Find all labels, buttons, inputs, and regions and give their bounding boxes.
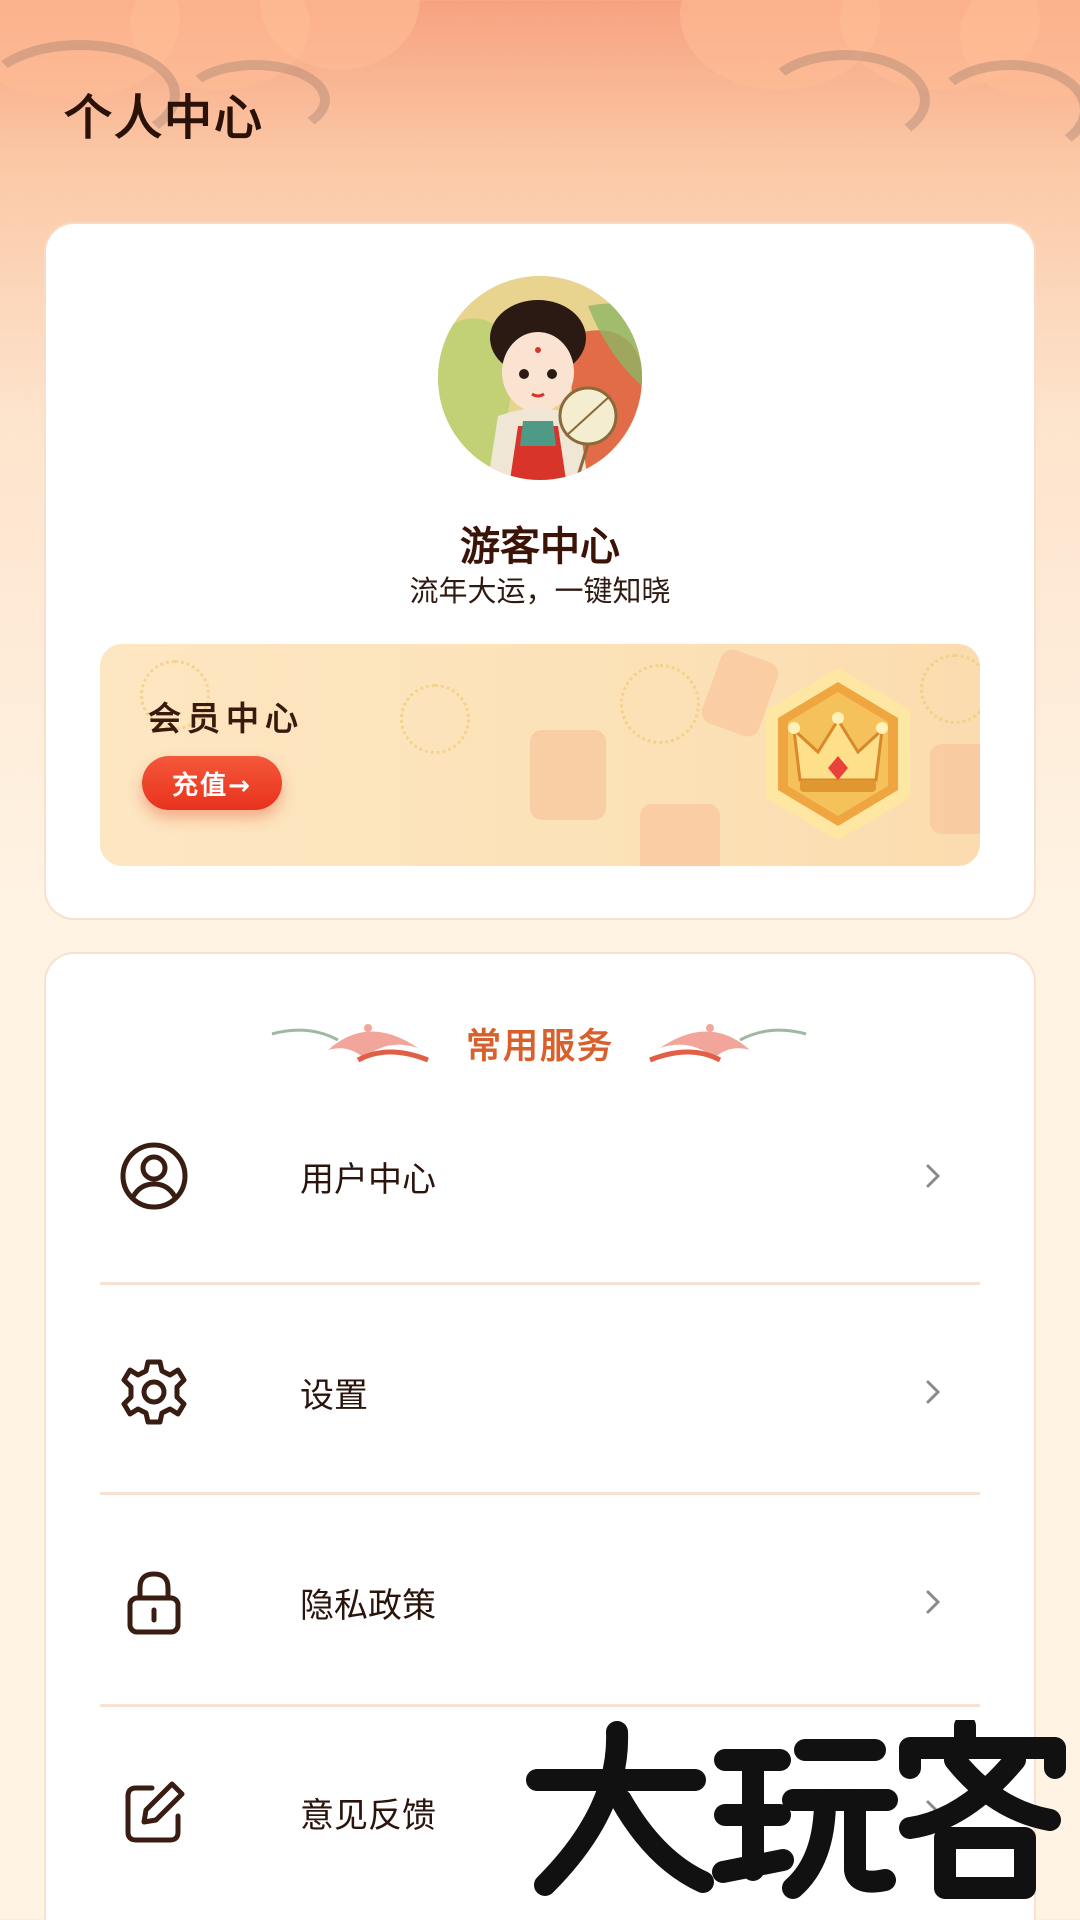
lock-icon xyxy=(127,1571,181,1635)
page-title: 个人中心 xyxy=(64,90,265,146)
services-title: 常用服务 xyxy=(465,1027,614,1067)
divider xyxy=(100,1492,980,1495)
profile-card: 游客中心 流年大运，一键知晓 会员中心 充值→ xyxy=(46,224,1034,918)
menu-item-label: 设置 xyxy=(300,1376,368,1416)
ornament-right-icon xyxy=(649,1024,807,1063)
edit-icon xyxy=(125,1781,185,1843)
menu-item-privacy-policy[interactable]: 隐私政策 xyxy=(100,1532,980,1672)
divider xyxy=(100,1704,980,1707)
gear-icon xyxy=(121,1359,187,1425)
avatar[interactable] xyxy=(438,276,642,480)
menu-item-user-center[interactable]: 用户中心 xyxy=(100,1106,980,1246)
member-center-title: 会员中心 xyxy=(148,699,304,738)
watermark-logo xyxy=(526,1720,1066,1899)
member-center-banner[interactable]: 会员中心 充值→ xyxy=(100,644,980,866)
recharge-button[interactable]: 充值→ xyxy=(142,756,282,810)
menu-item-settings[interactable]: 设置 xyxy=(100,1322,980,1462)
user-circle-icon xyxy=(120,1142,188,1210)
crown-badge-icon xyxy=(766,668,910,840)
menu-item-label: 意见反馈 xyxy=(300,1796,436,1836)
profile-subtitle: 流年大运，一键知晓 xyxy=(409,574,671,608)
menu-item-label: 用户中心 xyxy=(300,1160,436,1200)
divider xyxy=(100,1282,980,1285)
chevron-right-icon xyxy=(926,1380,941,1404)
chevron-right-icon xyxy=(926,1590,941,1614)
profile-name: 游客中心 xyxy=(460,524,620,570)
menu-item-label: 隐私政策 xyxy=(300,1586,436,1626)
chevron-right-icon xyxy=(926,1164,941,1188)
